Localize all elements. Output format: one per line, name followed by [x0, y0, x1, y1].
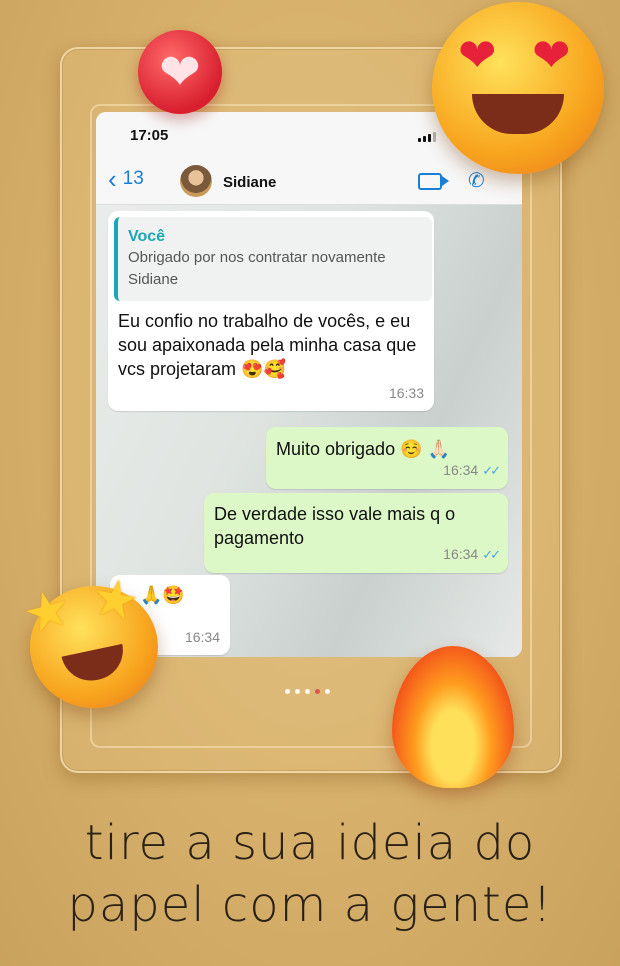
- message-time: 16:34: [184, 629, 220, 645]
- carousel-dot[interactable]: [305, 689, 310, 694]
- message-time-wrap: 16:34 ✓✓: [443, 542, 501, 567]
- star-icon: ★: [87, 567, 144, 633]
- heart-icon: ❤: [532, 29, 571, 81]
- chat-area: Você Obrigado por nos contratar novament…: [96, 205, 522, 657]
- message-outgoing[interactable]: Muito obrigado ☺️ 🙏🏻 16:34 ✓✓: [266, 427, 508, 489]
- heart-eyes-emoji-icon: ❤ ❤: [432, 2, 604, 174]
- quoted-message[interactable]: Você Obrigado por nos contratar novament…: [114, 217, 432, 301]
- unread-count: 13: [122, 168, 144, 189]
- message-time: 16:33: [388, 385, 424, 401]
- read-receipt-icon: ✓✓: [482, 463, 501, 478]
- message-incoming[interactable]: Você Obrigado por nos contratar novament…: [108, 211, 434, 411]
- message-text: Muito obrigado ☺️ 🙏🏻: [276, 439, 450, 459]
- heart-icon: ❤: [138, 30, 222, 114]
- message-time: 16:34: [443, 546, 479, 562]
- carousel-dot[interactable]: [325, 689, 330, 694]
- mouth-shape: [472, 94, 564, 134]
- star-struck-emoji-icon: ★ ★: [17, 567, 158, 708]
- caption-line-1: tire a sua ideia do: [84, 815, 536, 871]
- mouth-shape: [61, 643, 129, 687]
- phone-icon[interactable]: ✆: [468, 168, 485, 193]
- message-time: 16:34: [443, 462, 479, 478]
- carousel-dot[interactable]: [295, 689, 300, 694]
- quoted-author: Você: [128, 228, 166, 245]
- chevron-left-icon: ‹: [108, 164, 117, 194]
- heart-icon: ❤: [458, 29, 497, 81]
- status-time: 17:05: [130, 127, 169, 144]
- quoted-text: Obrigado por nos contratar novamente Sid…: [128, 249, 386, 288]
- video-call-icon[interactable]: [418, 173, 449, 190]
- carousel-dot-active[interactable]: [315, 689, 320, 694]
- message-text: 🙏🤩: [140, 585, 185, 605]
- contact-name[interactable]: Sidiane: [223, 174, 276, 191]
- carousel-dot[interactable]: [285, 689, 290, 694]
- read-receipt-icon: ✓✓: [482, 547, 501, 562]
- message-outgoing[interactable]: De verdade isso vale mais q o pagamento …: [204, 493, 508, 573]
- caption: tire a sua ideia do papel com a gente!: [0, 812, 620, 936]
- chat-screenshot: 17:05 ‹ 13 Sidiane ✆ Você Obrigado por n…: [96, 112, 522, 657]
- avatar[interactable]: [180, 165, 212, 197]
- caption-line-2: papel com a gente!: [67, 877, 553, 933]
- chat-header: ‹ 13 Sidiane ✆: [96, 158, 522, 205]
- signal-icon: [418, 132, 436, 142]
- message-time-wrap: 16:34 ✓✓: [443, 458, 501, 483]
- back-button[interactable]: ‹ 13: [108, 166, 144, 192]
- message-text: Eu confio no trabalho de vocês, e eu sou…: [118, 311, 417, 379]
- carousel-dots[interactable]: [285, 689, 330, 694]
